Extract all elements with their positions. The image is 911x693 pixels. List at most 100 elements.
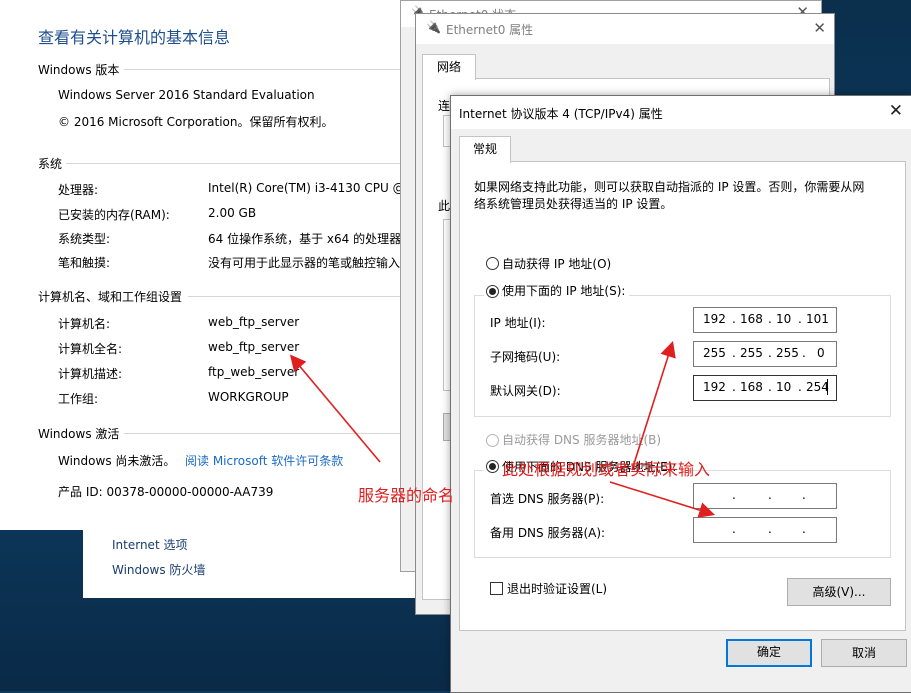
ip-description: 如果网络支持此功能，则可以获取自动指派的 IP 设置。否则，你需要从网络系统管理… — [474, 180, 865, 211]
ram-label: 已安装的内存(RAM): — [58, 208, 170, 222]
octet-separator: . — [768, 346, 772, 360]
system-section-heading: 系统 — [38, 157, 63, 171]
octet-separator: . — [798, 312, 802, 326]
octet-separator: . — [732, 346, 736, 360]
connection-label-partial: 连 — [438, 99, 451, 113]
server-name-annotation: 服务器的命名 — [358, 486, 455, 505]
system-type-value: 64 位操作系统，基于 x64 的处理器 — [208, 232, 400, 246]
properties-window-title: Ethernet0 属性 — [446, 23, 534, 37]
auto-ip-label: 自动获得 IP 地址(O) — [502, 257, 612, 271]
cancel-button[interactable]: 取消 — [821, 639, 907, 667]
preferred-dns-label: 首选 DNS 服务器(P): — [490, 492, 605, 506]
gw-octet-4: 254 — [806, 380, 829, 394]
octet-separator: . — [802, 346, 806, 360]
divider — [124, 433, 400, 434]
octet-separator: . — [768, 488, 772, 502]
system-type-label: 系统类型: — [58, 232, 111, 246]
gw-octet-2: 168 — [740, 380, 763, 394]
ip-octet-4: 101 — [806, 312, 829, 326]
octet-separator: . — [732, 488, 736, 502]
auto-dns-radio[interactable] — [486, 434, 499, 447]
auto-ip-radio[interactable] — [486, 257, 499, 270]
advanced-button[interactable]: 高级(V)... — [787, 578, 891, 606]
close-icon[interactable]: ✕ — [889, 101, 903, 121]
alternate-dns-input[interactable]: ... — [693, 517, 837, 543]
processor-value: Intel(R) Core(TM) i3-4130 CPU @ — [208, 181, 400, 195]
pen-touch-label: 笔和触摸: — [58, 256, 111, 270]
default-gateway-input[interactable]: 192. 168. 10. 254 — [693, 375, 837, 401]
subnet-mask-input[interactable]: 255. 255. 255. 0 — [693, 341, 837, 367]
mask-octet-1: 255 — [703, 346, 726, 360]
manual-ip-label: 使用下面的 IP 地址(S): — [502, 282, 630, 299]
edition-name: Windows Server 2016 Standard Evaluation — [58, 88, 315, 102]
computer-name-label: 计算机名: — [58, 317, 111, 331]
octet-separator: . — [802, 488, 806, 502]
divider — [124, 69, 400, 70]
manual-dns-radio[interactable] — [486, 460, 499, 473]
ip-address-label: IP 地址(I): — [490, 316, 546, 330]
items-label-partial: 此 — [438, 199, 451, 213]
edition-section-heading: Windows 版本 — [38, 63, 120, 77]
license-terms-link[interactable]: 阅读 Microsoft 软件许可条款 — [185, 452, 343, 469]
ip-octet-1: 192 — [703, 312, 726, 326]
general-panel: 如果网络支持此功能，则可以获取自动指派的 IP 设置。否则，你需要从网络系统管理… — [459, 161, 906, 631]
workgroup-value: WORKGROUP — [208, 390, 289, 404]
preferred-dns-input[interactable]: ... — [693, 483, 837, 509]
octet-separator: . — [768, 380, 772, 394]
tab-network[interactable]: 网络 — [422, 54, 476, 80]
octet-separator: . — [768, 312, 772, 326]
tab-general[interactable]: 常规 — [459, 136, 511, 163]
mask-octet-3: 255 — [776, 346, 799, 360]
default-gateway-label: 默认网关(D): — [490, 384, 561, 398]
octet-separator: . — [732, 380, 736, 394]
octet-separator: . — [732, 522, 736, 536]
full-name-label: 计算机全名: — [58, 342, 123, 356]
computer-name-value: web_ftp_server — [208, 315, 300, 329]
divider — [66, 163, 400, 164]
windows-firewall-link[interactable]: Windows 防火墙 — [112, 561, 205, 578]
full-name-value: web_ftp_server — [208, 340, 300, 354]
pen-touch-value: 没有可用于此显示器的笔或触控输入 — [208, 256, 400, 270]
ipv4-title-bar: Internet 协议版本 4 (TCP/IPv4) 属性 ✕ — [451, 96, 911, 129]
ip-octet-3: 10 — [776, 312, 792, 326]
workgroup-label: 工作组: — [58, 392, 99, 406]
ok-button[interactable]: 确定 — [726, 639, 812, 667]
gw-octet-3: 10 — [776, 380, 792, 394]
octet-separator: . — [768, 522, 772, 536]
description-value: ftp_web_server — [208, 365, 300, 379]
internet-options-link[interactable]: Internet 选项 — [112, 536, 187, 553]
processor-label: 处理器: — [58, 183, 99, 197]
properties-title-bar: 🔌 Ethernet0 属性 ✕ — [416, 14, 834, 44]
manual-ip-radio[interactable] — [486, 285, 499, 298]
validate-checkbox[interactable] — [490, 582, 503, 595]
ipv4-dialog-title: Internet 协议版本 4 (TCP/IPv4) 属性 — [459, 107, 663, 121]
mask-octet-4: 0 — [817, 346, 825, 360]
divider — [188, 296, 400, 297]
copyright: © 2016 Microsoft Corporation。保留所有权利。 — [58, 115, 334, 129]
validate-label: 退出时验证设置(L) — [507, 582, 608, 596]
ipv4-properties-dialog: Internet 协议版本 4 (TCP/IPv4) 属性 ✕ 如果网络支持此功… — [450, 95, 911, 693]
activation-status: Windows 尚未激活。 — [58, 454, 176, 468]
close-icon[interactable]: ✕ — [813, 19, 826, 37]
name-section-heading: 计算机名、域和工作组设置 — [38, 290, 183, 304]
description-label: 计算机描述: — [58, 367, 123, 381]
system-window: 查看有关计算机的基本信息 Windows 版本 Windows Server 2… — [0, 0, 400, 530]
gw-octet-1: 192 — [703, 380, 726, 394]
activation-section-heading: Windows 激活 — [38, 427, 120, 441]
network-icon: 🔌 — [426, 20, 441, 34]
auto-dns-label: 自动获得 DNS 服务器地址(B) — [502, 433, 662, 447]
product-id: 产品 ID: 00378-00000-00000-AA739 — [58, 485, 274, 499]
octet-separator: . — [798, 380, 802, 394]
page-title: 查看有关计算机的基本信息 — [38, 28, 231, 47]
plan-input-annotation: 此处根据规划或者实际来输入 — [502, 460, 711, 479]
system-see-also-panel: Internet 选项 Windows 防火墙 — [83, 520, 423, 598]
text-cursor — [827, 379, 828, 395]
ip-address-input[interactable]: 192. 168. 10. 101 — [693, 307, 837, 333]
octet-separator: . — [802, 522, 806, 536]
ip-octet-2: 168 — [740, 312, 763, 326]
alternate-dns-label: 备用 DNS 服务器(A): — [490, 526, 606, 540]
octet-separator: . — [732, 312, 736, 326]
mask-octet-2: 255 — [740, 346, 763, 360]
ram-value: 2.00 GB — [208, 206, 257, 220]
subnet-mask-label: 子网掩码(U): — [490, 350, 561, 364]
